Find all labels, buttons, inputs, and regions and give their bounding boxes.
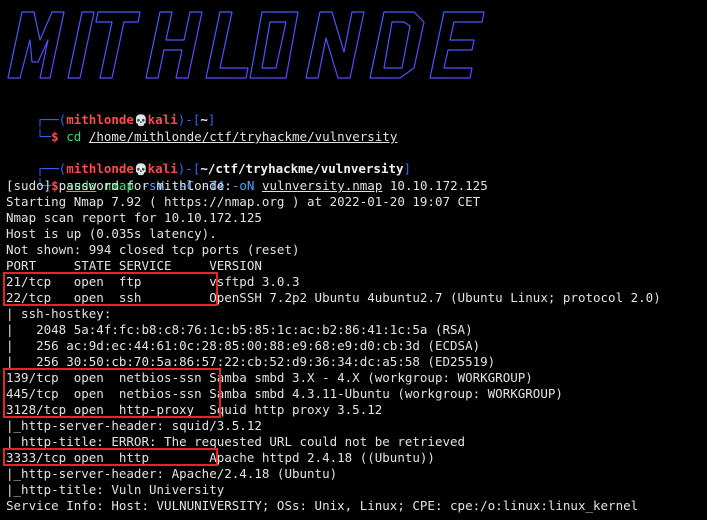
output-line: Not shown: 994 closed tcp ports (reset)	[6, 242, 300, 257]
output-line: [sudo] password for mithlonde:	[6, 178, 232, 193]
output-line: |_ 256 30:50:cb:70:5a:86:57:22:cb:52:d9:…	[6, 354, 496, 369]
command-target: 10.10.172.125	[389, 178, 488, 193]
output-line: 3333/tcp open http Apache httpd 2.4.18 (…	[6, 450, 435, 465]
prompt-header-2: ┌──(mithlonde💀kali)-[~/ctf/tryhackme/vul…	[36, 161, 412, 176]
output-line: |_http-server-header: squid/3.5.12	[6, 418, 262, 433]
output-line: |_http-server-header: Apache/2.4.18 (Ubu…	[6, 466, 338, 481]
output-line: |_http-title: Vuln University	[6, 482, 225, 497]
output-line: PORT STATE SERVICE VERSION	[6, 258, 262, 273]
command: cd	[66, 129, 82, 144]
output-line: Service Info: Host: VULNUNIVERSITY; OSs:…	[6, 498, 639, 513]
prompt-header-1: ┌──(mithlonde💀kali)-[~]	[36, 112, 216, 127]
command-line-1[interactable]: └─$ cd /home/mithlonde/ctf/tryhackme/vul…	[6, 113, 397, 144]
output-line: 21/tcp open ftp vsftpd 3.0.3	[6, 274, 300, 289]
output-line: |_http-title: ERROR: The requested URL c…	[6, 434, 466, 449]
output-line: Nmap scan report for 10.10.172.125	[6, 210, 262, 225]
command-outfile: vulnversity.nmap	[261, 178, 383, 193]
output-line: Starting Nmap 7.92 ( https://nmap.org ) …	[6, 194, 481, 209]
output-line: 445/tcp open netbios-ssn Samba smbd 4.3.…	[6, 386, 563, 401]
command-line-2[interactable]: └─$ sudo nmap -sV -sC -T4 -oN vulnversit…	[6, 162, 488, 193]
output-line: | ssh-hostkey:	[6, 306, 112, 321]
output-line: Host is up (0.035s latency).	[6, 226, 217, 241]
output-line: | 256 ac:9d:ec:44:61:0c:28:85:00:88:e9:6…	[6, 338, 481, 353]
output-line: 22/tcp open ssh OpenSSH 7.2p2 Ubuntu 4ub…	[6, 290, 661, 305]
output-line: | 2048 5a:4f:fc:b8:c8:76:1c:b5:85:1c:ac:…	[6, 322, 473, 337]
output-line: 3128/tcp open http-proxy Squid http prox…	[6, 402, 383, 417]
command-path: /home/mithlonde/ctf/tryhackme/vulnversit…	[88, 129, 398, 144]
output-line: 139/tcp open netbios-ssn Samba smbd 3.X …	[6, 370, 533, 385]
terminal-window[interactable]: ┌──(mithlonde💀kali)-[~] └─$ cd /home/mit…	[0, 0, 707, 520]
ascii-art-banner	[7, 5, 488, 79]
